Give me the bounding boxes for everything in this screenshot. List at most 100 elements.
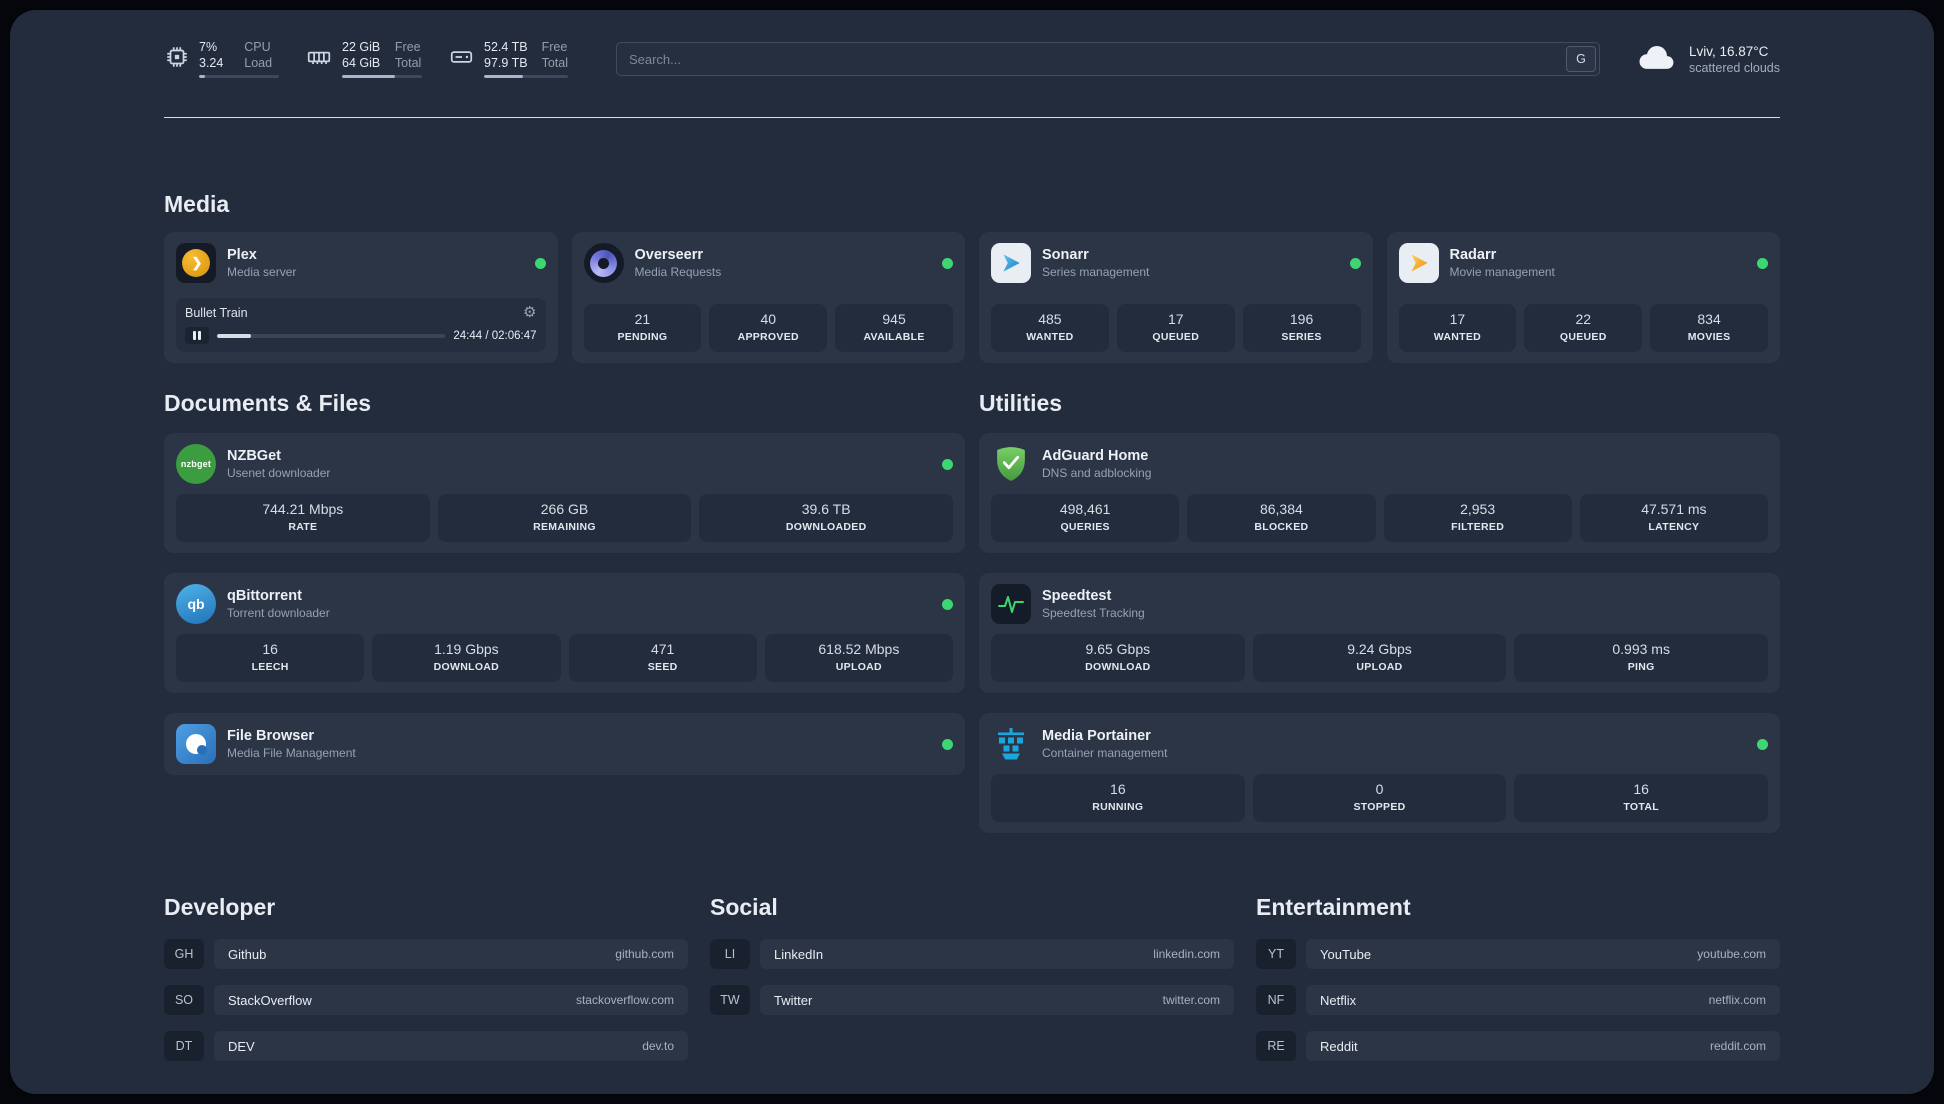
stat-ping: 0.993 ms PING bbox=[1514, 634, 1768, 682]
stat-stopped: 0 STOPPED bbox=[1252, 774, 1507, 822]
adguard-icon bbox=[991, 444, 1031, 484]
seek-bar[interactable] bbox=[217, 333, 446, 338]
bookmark-name: LinkedIn bbox=[774, 946, 824, 962]
disk-icon bbox=[448, 44, 475, 75]
bookmark-linkedin[interactable]: LI LinkedIn linkedin.com bbox=[710, 939, 1234, 969]
status-dot bbox=[942, 598, 953, 610]
section-title-documents: Documents & Files bbox=[164, 390, 372, 416]
app-desc: Media File Management bbox=[227, 746, 356, 760]
stat-seed: 471 SEED bbox=[568, 634, 757, 682]
app-name: Plex bbox=[227, 247, 257, 263]
bookmark-dev[interactable]: DT DEV dev.to bbox=[164, 1031, 688, 1061]
dashboard: 7% CPU 3.24 Load 22 GiB Free 64 GiB Tota… bbox=[10, 10, 1934, 1094]
disk-free-value: 52.4 TB bbox=[484, 39, 528, 54]
search-bar: G bbox=[615, 42, 1600, 76]
stat-filtered: 2,953 FILTERED bbox=[1383, 494, 1572, 542]
stat-queued: 17 QUEUED bbox=[1116, 304, 1235, 352]
stat-available: 945 AVAILABLE bbox=[835, 304, 953, 352]
cpu-load-label: Load bbox=[244, 55, 273, 70]
app-card-speedtest[interactable]: Speedtest Speedtest Tracking 9.65 Gbps D… bbox=[979, 573, 1780, 693]
app-desc: Movie management bbox=[1449, 265, 1555, 279]
bookmark-group-entertainment: Entertainment YT YouTube youtube.com NF … bbox=[1256, 893, 1780, 1061]
ram-free-label: Free bbox=[394, 39, 421, 54]
stat-wanted: 485 WANTED bbox=[991, 304, 1109, 352]
app-card-portainer[interactable]: Media Portainer Container management 16 … bbox=[979, 713, 1780, 833]
app-card-filebrowser[interactable]: File Browser Media File Management bbox=[164, 713, 965, 775]
stat-running: 16 RUNNING bbox=[991, 774, 1245, 822]
bookmark-twitter[interactable]: TW Twitter twitter.com bbox=[710, 985, 1234, 1015]
bookmark-abbr: YT bbox=[1256, 939, 1296, 969]
now-playing-title: Bullet Train bbox=[185, 305, 248, 320]
status-dot bbox=[942, 257, 953, 269]
app-card-sonarr[interactable]: Sonarr Series management 485 WANTED 17 Q… bbox=[979, 232, 1373, 363]
app-name: NZBGet bbox=[227, 448, 281, 464]
bookmark-abbr: RE bbox=[1256, 1031, 1296, 1061]
disk-progress-bar bbox=[484, 74, 568, 79]
ram-total-label: Total bbox=[394, 55, 422, 70]
stat-pending: 21 PENDING bbox=[583, 304, 702, 352]
section-title-developer: Developer bbox=[164, 894, 276, 920]
bookmark-netflix[interactable]: NF Netflix netflix.com bbox=[1256, 985, 1780, 1015]
portainer-icon bbox=[991, 724, 1031, 764]
app-desc: Media Requests bbox=[634, 265, 722, 279]
bookmark-youtube[interactable]: YT YouTube youtube.com bbox=[1256, 939, 1780, 969]
bookmark-abbr: GH bbox=[164, 939, 204, 969]
bookmark-group-social: Social LI LinkedIn linkedin.com TW Twitt… bbox=[710, 893, 1234, 1061]
bookmark-url: github.com bbox=[615, 947, 674, 961]
app-card-plex[interactable]: ❯ Plex Media server Bullet Train ⚙ 24:44… bbox=[164, 232, 558, 363]
app-desc: DNS and adblocking bbox=[1042, 466, 1152, 480]
plex-icon: ❯ bbox=[176, 243, 216, 283]
bookmark-reddit[interactable]: RE Reddit reddit.com bbox=[1256, 1031, 1780, 1061]
status-dot bbox=[942, 458, 953, 470]
weather-condition: scattered clouds bbox=[1688, 60, 1780, 75]
app-card-radarr[interactable]: Radarr Movie management 17 WANTED 22 QUE… bbox=[1386, 232, 1780, 363]
app-card-adguard[interactable]: AdGuard Home DNS and adblocking 498,461 … bbox=[979, 433, 1780, 553]
app-card-qbittorrent[interactable]: qb qBittorrent Torrent downloader 16 LEE… bbox=[164, 573, 965, 693]
status-dot bbox=[1349, 257, 1361, 269]
disk-stat: 52.4 TB Free 97.9 TB Total bbox=[448, 40, 568, 79]
app-name: Overseerr bbox=[634, 247, 704, 263]
stat-download: 1.19 Gbps DOWNLOAD bbox=[372, 634, 561, 682]
top-bar: 7% CPU 3.24 Load 22 GiB Free 64 GiB Tota… bbox=[164, 10, 1780, 81]
stat-blocked: 86,384 BLOCKED bbox=[1187, 494, 1376, 542]
bookmark-abbr: SO bbox=[164, 985, 204, 1015]
status-dot bbox=[942, 738, 953, 750]
bookmark-name: Twitter bbox=[774, 992, 813, 1008]
settings-gear-icon[interactable]: ⚙ bbox=[523, 305, 536, 320]
stat-upload: 9.24 Gbps UPLOAD bbox=[1252, 634, 1507, 682]
bookmark-name: Github bbox=[228, 946, 267, 962]
app-card-overseerr[interactable]: Overseerr Media Requests 21 PENDING 40 A… bbox=[571, 232, 965, 363]
qbittorrent-icon: qb bbox=[176, 584, 216, 624]
ram-stat: 22 GiB Free 64 GiB Total bbox=[305, 40, 422, 79]
bookmark-abbr: NF bbox=[1256, 985, 1296, 1015]
app-desc: Series management bbox=[1042, 265, 1150, 279]
stat-queries: 498,461 QUERIES bbox=[991, 494, 1180, 542]
bookmark-abbr: TW bbox=[710, 985, 750, 1015]
bookmark-github[interactable]: GH Github github.com bbox=[164, 939, 688, 969]
app-name: Radarr bbox=[1449, 247, 1497, 263]
bookmark-name: Reddit bbox=[1320, 1038, 1358, 1054]
weather-widget: Lviv, 16.87°C scattered clouds bbox=[1634, 42, 1780, 77]
search-engine-button[interactable]: G bbox=[1565, 46, 1596, 72]
topbar-divider bbox=[164, 117, 1780, 118]
stat-download: 9.65 Gbps DOWNLOAD bbox=[991, 634, 1245, 682]
cpu-icon bbox=[164, 44, 190, 75]
cpu-load-value: 3.24 bbox=[199, 55, 224, 70]
app-desc: Torrent downloader bbox=[227, 606, 330, 620]
pause-button[interactable] bbox=[185, 327, 209, 344]
cpu-stat: 7% CPU 3.24 Load bbox=[164, 40, 279, 79]
app-card-nzbget[interactable]: nzbget NZBGet Usenet downloader 744.21 M… bbox=[164, 433, 965, 553]
app-name: Sonarr bbox=[1042, 247, 1089, 263]
disk-total-value: 97.9 TB bbox=[484, 55, 528, 70]
bookmark-url: netflix.com bbox=[1708, 993, 1766, 1007]
disk-free-label: Free bbox=[541, 39, 568, 54]
filebrowser-icon bbox=[176, 724, 216, 764]
playback-time: 24:44 / 02:06:47 bbox=[453, 329, 537, 342]
bookmark-url: twitter.com bbox=[1162, 993, 1220, 1007]
media-card-grid: ❯ Plex Media server Bullet Train ⚙ 24:44… bbox=[164, 232, 1780, 363]
search-input[interactable] bbox=[615, 42, 1600, 76]
cpu-progress-bar bbox=[199, 74, 279, 79]
bookmark-abbr: DT bbox=[164, 1031, 204, 1061]
overseerr-icon bbox=[583, 243, 624, 283]
bookmark-stackoverflow[interactable]: SO StackOverflow stackoverflow.com bbox=[164, 985, 688, 1015]
